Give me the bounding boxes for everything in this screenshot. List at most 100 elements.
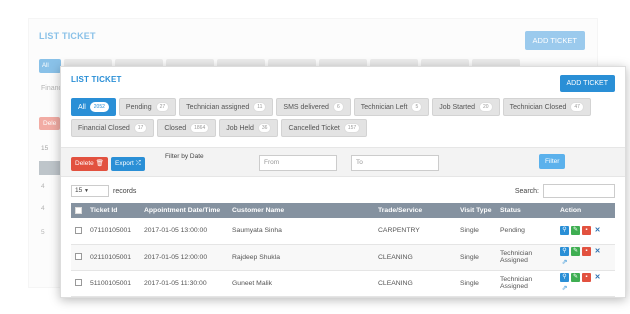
appointment-cell: 2017-01-05 11:30:00: [140, 270, 228, 297]
row-checkbox[interactable]: [75, 253, 82, 261]
appointment-cell: 2017-01-05 13:00:00: [140, 218, 228, 245]
column-header[interactable]: Ticket Id: [86, 203, 140, 218]
tab-technician-assigned[interactable]: Technician assigned 11: [179, 98, 274, 116]
count-badge: 1864: [190, 123, 210, 133]
visit-type-cell: Single: [456, 218, 496, 245]
external-link-icon[interactable]: ⇗: [560, 284, 569, 293]
table-header-row: Ticket Id Appointment Date/Time Customer…: [71, 203, 615, 218]
filter-toolbar: Delete 🗑 Export ⤮ Filter by Date From To…: [61, 147, 625, 177]
tab-technician-left[interactable]: Technician Left 5: [353, 98, 430, 116]
tab-closed[interactable]: Closed 1864: [157, 119, 217, 137]
search-label: Search:: [514, 187, 539, 195]
edit-icon[interactable]: ✎: [571, 247, 580, 256]
count-badge: 27: [155, 102, 170, 112]
row-checkbox[interactable]: [75, 227, 82, 235]
column-header[interactable]: Appointment Date/Time: [140, 203, 228, 218]
visit-type-cell: Single: [456, 270, 496, 297]
appointment-cell: 2017-01-05 12:00:00: [140, 244, 228, 271]
visit-type-cell: Single: [456, 244, 496, 271]
from-date-input[interactable]: From: [259, 155, 337, 171]
background-tab-label: Financ: [41, 85, 63, 92]
tab-label: Cancelled Ticket: [288, 124, 340, 132]
row-select-cell: [71, 270, 86, 297]
status-cell: Technician Assigned: [496, 270, 556, 297]
tab-job-started[interactable]: Job Started 20: [432, 98, 500, 116]
delete-icon[interactable]: ▪: [582, 247, 591, 256]
row-actions: ⚲ ✎ ▪ ✕ ⇗: [560, 247, 606, 267]
background-tab-all: All: [39, 59, 61, 73]
customer-cell: Saumyata Sinha: [228, 218, 374, 245]
action-cell: ⚲ ✎ ▪ ✕ ⇗: [556, 270, 615, 297]
trade-cell: CLEANING: [374, 270, 456, 297]
records-per-page-select[interactable]: 15 ▼: [71, 185, 109, 197]
status-tabs: All 2052 Pending 27 Technician assigned 11 …: [71, 98, 591, 137]
close-icon[interactable]: ✕: [593, 247, 602, 256]
tab-label: SMS delivered: [283, 103, 329, 111]
tab-label: All: [78, 103, 86, 111]
tab-label: Job Started: [439, 103, 476, 111]
count-badge: 17: [133, 123, 148, 133]
delete-icon[interactable]: ▪: [582, 273, 591, 282]
tab-label: Technician Closed: [509, 103, 567, 111]
status-cell: Pending: [496, 218, 556, 245]
customer-cell: Rajdeep Shukla: [228, 244, 374, 271]
count-badge: 11: [253, 102, 267, 112]
background-add-ticket-button: ADD TICKET: [524, 31, 585, 50]
list-ticket-panel: LIST TICKET ADD TICKET All 2052 Pending 27…: [60, 66, 626, 298]
chevron-down-icon: ▼: [84, 188, 89, 194]
to-date-input[interactable]: To: [351, 155, 439, 171]
edit-icon[interactable]: ✎: [571, 273, 580, 282]
column-header[interactable]: Trade/Service: [374, 203, 456, 218]
column-header[interactable]: Visit Type: [456, 203, 496, 218]
table-row: 51100105001 2017-01-05 11:30:00 Guneet M…: [71, 270, 615, 297]
view-icon[interactable]: ⚲: [560, 247, 569, 256]
delete-icon[interactable]: ▪: [582, 226, 591, 236]
count-badge: 20: [479, 102, 493, 112]
edit-icon[interactable]: ✎: [571, 226, 580, 236]
tab-job-held[interactable]: Job Held 36: [219, 119, 279, 137]
row-checkbox[interactable]: [75, 279, 82, 287]
tab-cancelled-ticket[interactable]: Cancelled Ticket 157: [281, 119, 368, 137]
tab-label: Job Held: [226, 124, 254, 132]
page-title: LIST TICKET: [71, 75, 122, 84]
close-icon[interactable]: ✕: [593, 226, 602, 235]
tab-label: Technician Left: [360, 103, 408, 111]
tab-technician-closed[interactable]: Technician Closed 47: [502, 98, 591, 116]
tab-pending[interactable]: Pending 27: [118, 98, 177, 116]
count-badge: 36: [257, 123, 272, 133]
tab-financial-closed[interactable]: Financial Closed 17: [71, 119, 155, 137]
view-icon[interactable]: ⚲: [560, 273, 569, 282]
export-button[interactable]: Export ⤮: [111, 157, 145, 171]
row-actions: ⚲ ✎ ▪ ✕ ⇗: [560, 273, 606, 293]
delete-button[interactable]: Delete 🗑: [71, 157, 108, 171]
tab-label: Financial Closed: [78, 124, 130, 132]
close-icon[interactable]: ✕: [593, 273, 602, 282]
records-per-page-value: 15: [75, 187, 83, 194]
column-header[interactable]: Customer Name: [228, 203, 374, 218]
select-all-checkbox[interactable]: [75, 206, 82, 214]
add-ticket-button[interactable]: ADD TICKET: [559, 75, 615, 92]
background-title: LIST TICKET: [39, 31, 96, 41]
records-per-page: 15 ▼ records: [71, 185, 136, 197]
ticket-id-cell: 02110105001: [86, 244, 140, 271]
view-icon[interactable]: ⚲: [560, 226, 569, 236]
count-badge: 6: [332, 102, 344, 112]
search-box: Search:: [515, 184, 615, 198]
filter-button[interactable]: Filter: [539, 154, 566, 169]
search-input[interactable]: [543, 184, 615, 198]
external-link-icon[interactable]: ⇗: [560, 258, 569, 267]
tab-label: Technician assigned: [186, 103, 250, 111]
column-header[interactable]: Status: [496, 203, 556, 218]
row-select-cell: [71, 218, 86, 245]
action-cell: ⚲ ✎ ▪ ✕: [556, 218, 615, 245]
row-select-cell: [71, 244, 86, 271]
tab-all[interactable]: All 2052: [71, 98, 116, 116]
ticket-id-cell: 07110105001: [86, 218, 140, 245]
ticket-id-cell: 51100105001: [86, 270, 140, 297]
tab-sms-delivered[interactable]: SMS delivered 6: [276, 98, 351, 116]
records-label: records: [113, 187, 137, 195]
table-row: 07110105001 2017-01-05 13:00:00 Saumyata…: [71, 218, 615, 245]
count-badge: 47: [570, 102, 584, 112]
trade-cell: CARPENTRY: [374, 218, 456, 245]
trade-cell: CLEANING: [374, 244, 456, 271]
